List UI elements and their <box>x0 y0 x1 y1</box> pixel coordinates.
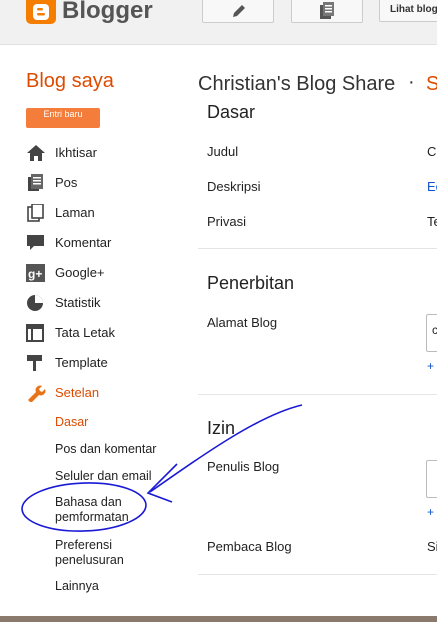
breadcrumb-current: S <box>426 73 437 95</box>
sidebar-item-comments[interactable]: Komentar <box>26 232 186 254</box>
taskbar-strip <box>0 616 437 622</box>
add-author-link[interactable]: + <box>427 505 434 519</box>
description-edit-link[interactable]: Ec <box>427 179 437 194</box>
top-bar: Blogger Lihat blog <box>0 0 437 45</box>
posts-list-icon <box>320 2 334 19</box>
sidebar-item-label: Statistik <box>55 295 101 310</box>
sidebar-item-stats[interactable]: Statistik <box>26 292 186 314</box>
section-divider <box>198 394 437 395</box>
sidebar-item-label: Template <box>55 355 108 370</box>
section-title-basic: Dasar <box>207 102 256 122</box>
sidebar-item-settings[interactable]: Setelan <box>26 382 186 404</box>
view-posts-button[interactable] <box>291 0 363 23</box>
description-label: Deskripsi <box>207 179 261 194</box>
pencil-icon <box>233 5 245 17</box>
new-post-button[interactable]: Entri baru <box>26 108 100 128</box>
settings-sub-mobile-email[interactable]: Seluler dan email <box>55 469 152 484</box>
settings-sub-language-formatting[interactable]: Bahasa dan pemformatan <box>55 495 150 525</box>
blog-address-label: Alamat Blog <box>207 315 278 330</box>
section-title-permissions: Izin <box>207 418 236 438</box>
section-title-publishing: Penerbitan <box>207 273 295 293</box>
blog-address-value: c <box>432 323 437 337</box>
view-blog-button[interactable]: Lihat blog <box>379 0 437 22</box>
blog-readers-value[interactable]: Si <box>427 539 437 554</box>
settings-sub-search-preferences[interactable]: Preferensi penelusuran <box>55 538 150 568</box>
layout-icon <box>26 324 44 342</box>
title-value[interactable]: C <box>427 144 436 159</box>
sidebar-item-label: Komentar <box>55 235 112 250</box>
blog-readers-label: Pembaca Blog <box>207 539 292 554</box>
settings-sub-basic[interactable]: Dasar <box>55 415 88 430</box>
sidebar-item-label: Ikhtisar <box>55 145 97 160</box>
section-divider <box>198 574 437 575</box>
home-icon <box>27 145 45 161</box>
new-post-pencil-button[interactable] <box>202 0 274 23</box>
section-divider <box>198 248 437 249</box>
blogger-logo-icon[interactable] <box>26 0 56 24</box>
add-domain-link[interactable]: + <box>427 359 434 373</box>
sidebar-item-posts[interactable]: Pos <box>26 172 186 194</box>
privacy-value[interactable]: Te <box>427 214 437 229</box>
my-blogs-link[interactable]: Blog saya <box>26 70 114 93</box>
posts-icon <box>28 174 43 191</box>
blog-authors-list[interactable] <box>426 460 437 498</box>
sidebar-item-pages[interactable]: Laman <box>26 202 186 224</box>
settings-sub-posts-comments[interactable]: Pos dan komentar <box>55 442 156 457</box>
settings-sub-other[interactable]: Lainnya <box>55 579 99 594</box>
stats-icon <box>27 295 43 311</box>
blog-address-field[interactable]: c <box>426 314 437 352</box>
sidebar-item-label: Setelan <box>55 385 100 400</box>
sidebar-item-template[interactable]: Template <box>26 352 186 374</box>
breadcrumb-separator: · <box>408 71 415 93</box>
sidebar-item-label: Laman <box>55 205 95 220</box>
sidebar-item-label: Pos <box>55 175 78 190</box>
sidebar-item-label: Google+ <box>55 265 105 280</box>
sidebar-item-overview[interactable]: Ikhtisar <box>26 142 186 164</box>
svg-text:g+: g+ <box>28 267 42 281</box>
template-icon <box>27 355 42 371</box>
settings-content: Dasar Judul C Deskripsi Ec Privasi Te Pe… <box>198 102 437 622</box>
wrench-icon <box>28 385 46 402</box>
sidebar-item-label: Tata Letak <box>55 325 115 340</box>
comments-icon <box>27 235 44 250</box>
sidebar-item-layout[interactable]: Tata Letak <box>26 322 186 344</box>
brand-name[interactable]: Blogger <box>62 0 153 25</box>
title-label: Judul <box>207 144 239 159</box>
sidebar: Entri baru Ikhtisar Pos Laman Komentar g… <box>0 108 190 622</box>
google-plus-icon: g+ <box>26 264 45 282</box>
sidebar-item-google-plus[interactable]: g+ Google+ <box>26 262 186 284</box>
privacy-label: Privasi <box>207 214 247 229</box>
blog-title: Christian's Blog Share <box>198 73 396 95</box>
pages-icon <box>27 204 44 222</box>
blog-authors-label: Penulis Blog <box>207 459 280 474</box>
